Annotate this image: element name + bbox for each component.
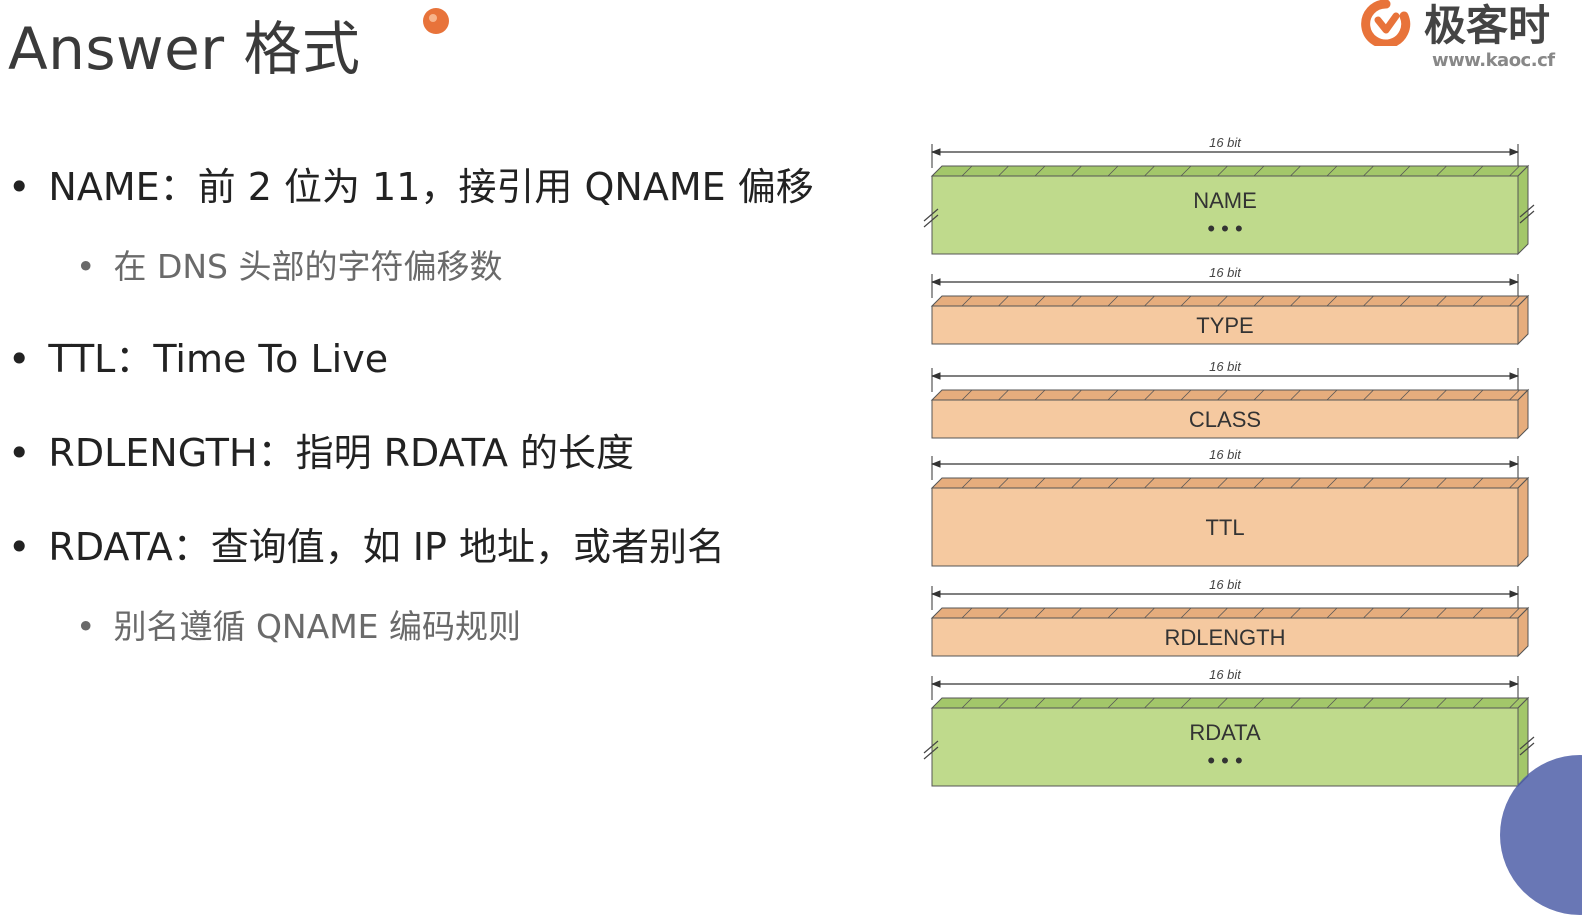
field-top-face <box>930 697 1530 709</box>
field-rdata: 16 bit RDATA • • • <box>923 667 1535 788</box>
field-name: 16 bit NAME • • • <box>923 135 1535 256</box>
bit-label: 16 bit <box>1209 135 1242 150</box>
field-class: 16 bit CLASS <box>930 359 1530 440</box>
field-side-face <box>1517 476 1529 568</box>
field-top-face <box>930 607 1530 619</box>
field-top-face <box>930 165 1530 177</box>
field-label: TYPE <box>1196 313 1253 338</box>
field-rdlength: 16 bit RDLENGTH <box>930 577 1530 658</box>
field-ttl: 16 bit TTL <box>930 447 1530 568</box>
field-top-face <box>930 389 1530 401</box>
field-label: NAME <box>1193 188 1257 213</box>
field-label: RDATA <box>1189 720 1261 745</box>
field-side-face <box>1517 164 1529 256</box>
field-top-face <box>930 295 1530 307</box>
field-side-face <box>1517 696 1529 788</box>
field-ellipsis: • • • <box>1207 216 1242 241</box>
field-label: TTL <box>1205 515 1244 540</box>
field-ellipsis: • • • <box>1207 748 1242 773</box>
bit-label: 16 bit <box>1209 359 1242 374</box>
field-label: RDLENGTH <box>1164 625 1285 650</box>
bit-label: 16 bit <box>1209 265 1242 280</box>
fields-layer: 16 bitNAME• • •16 bitTYPE16 bitCLASS16 b… <box>923 135 1535 788</box>
bit-label: 16 bit <box>1209 447 1242 462</box>
answer-format-diagram: 16 bitNAME• • •16 bitTYPE16 bitCLASS16 b… <box>923 135 1535 788</box>
bit-label: 16 bit <box>1209 577 1242 592</box>
field-label: CLASS <box>1189 407 1261 432</box>
bit-label: 16 bit <box>1209 667 1242 682</box>
field-top-face <box>930 477 1530 489</box>
field-type: 16 bit TYPE <box>930 265 1530 346</box>
